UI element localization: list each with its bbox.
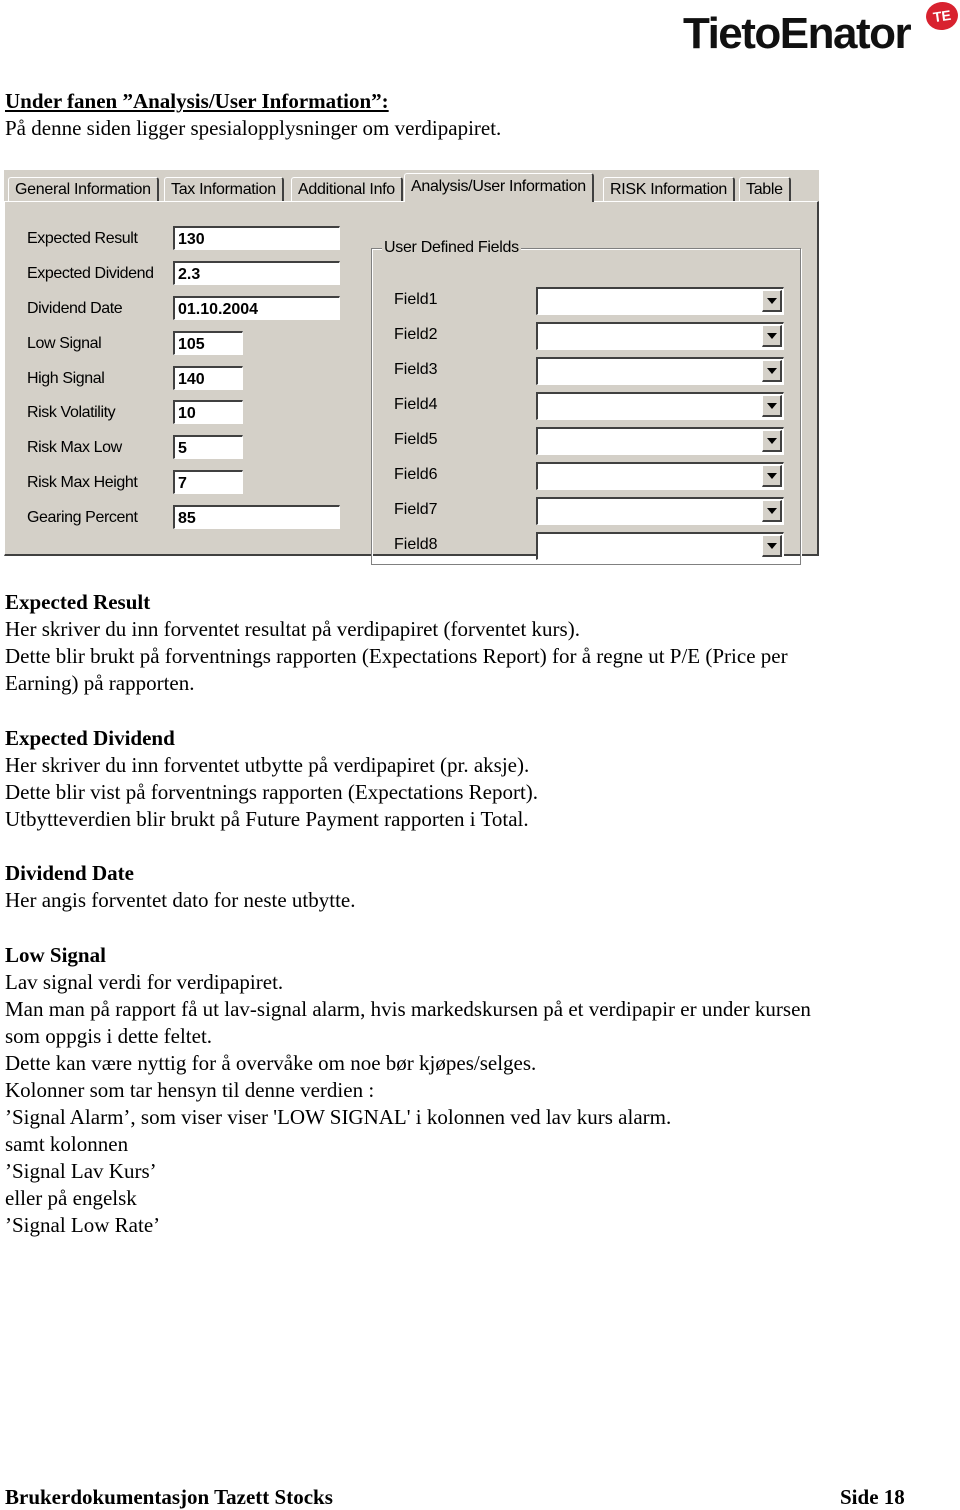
dropdown-button[interactable] [762, 430, 782, 452]
section-expected-dividend: Expected Dividend Her skriver du inn for… [5, 725, 538, 833]
chevron-down-icon [766, 332, 777, 339]
intro-heading: Under fanen ”Analysis/User Information”: [5, 89, 389, 113]
dropdown-button[interactable] [762, 290, 782, 312]
field2-combobox[interactable] [536, 322, 784, 350]
section-dividend-date: Dividend Date Her angis forventet dato f… [5, 860, 355, 914]
tab-risk-information[interactable]: RISK Information [603, 177, 736, 202]
section-line: Her skriver du inn forventet utbytte på … [5, 753, 530, 777]
dividend-date-label: Dividend Date [27, 300, 123, 317]
dropdown-button[interactable] [762, 535, 782, 557]
chevron-down-icon [766, 297, 777, 304]
risk-volatility-input[interactable]: 10 [173, 400, 243, 424]
risk-max-height-label: Risk Max Height [27, 474, 138, 491]
intro-text: På denne siden ligger spesialopplysninge… [5, 116, 502, 140]
field7-label: Field7 [394, 501, 438, 518]
section-low-signal: Low Signal Lav signal verdi for verdipap… [5, 942, 811, 1239]
dropdown-button[interactable] [762, 325, 782, 347]
chevron-down-icon [766, 402, 777, 409]
footer-page-number: Side 18 [840, 1485, 905, 1509]
logo-badge-icon: TE [924, 0, 960, 33]
section-line: Dette kan være nyttig for å overvåke om … [5, 1051, 537, 1075]
section-line: ’Signal Alarm’, som viser viser 'LOW SIG… [5, 1105, 672, 1129]
field1-combobox[interactable] [536, 287, 784, 315]
tab-panel: Expected Result 130 Expected Dividend 2.… [4, 201, 819, 565]
section-line: Dette blir vist på forventnings rapporte… [5, 780, 539, 804]
dropdown-button[interactable] [762, 360, 782, 382]
field8-combobox[interactable] [536, 532, 784, 560]
tab-analysis-user-information[interactable]: Analysis/User Information [404, 173, 594, 202]
section-line: Lav signal verdi for verdipapiret. [5, 970, 284, 994]
footer-document-title: Brukerdokumentasjon Tazett Stocks [5, 1485, 333, 1509]
section-line: som oppgis i dette feltet. [5, 1024, 213, 1048]
field5-label: Field5 [394, 431, 438, 448]
tab-table[interactable]: Table [739, 177, 791, 202]
risk-volatility-label: Risk Volatility [27, 404, 116, 421]
user-defined-fields-group: User Defined Fields Field1 Field2 Field3 [371, 239, 801, 565]
section-line: Utbytteverdien blir brukt på Future Paym… [5, 807, 529, 831]
section-heading: Expected Result [5, 590, 151, 614]
tab-general-information[interactable]: General Information [8, 177, 159, 202]
high-signal-input[interactable]: 140 [173, 366, 243, 390]
chevron-down-icon [766, 367, 777, 374]
risk-max-low-input[interactable]: 5 [173, 435, 243, 459]
low-signal-input[interactable]: 105 [173, 331, 243, 355]
expected-result-input[interactable]: 130 [173, 226, 340, 250]
low-signal-label: Low Signal [27, 335, 102, 352]
expected-dividend-input[interactable]: 2.3 [173, 261, 340, 285]
chevron-down-icon [766, 542, 777, 549]
section-line: Her angis forventet dato for neste utbyt… [5, 888, 356, 912]
gearing-percent-input[interactable]: 85 [173, 505, 340, 529]
field7-combobox[interactable] [536, 497, 784, 525]
chevron-down-icon [766, 472, 777, 479]
section-line: Earning) på rapporten. [5, 671, 195, 695]
chevron-down-icon [766, 507, 777, 514]
security-dialog: General Information Tax Information Addi… [4, 170, 819, 565]
tab-additional-info[interactable]: Additional Info [291, 177, 403, 202]
tab-tax-information[interactable]: Tax Information [164, 177, 284, 202]
section-line: Kolonner som tar hensyn til denne verdie… [5, 1078, 375, 1102]
risk-max-low-label: Risk Max Low [27, 439, 122, 456]
section-line: Man man på rapport få ut lav-signal alar… [5, 997, 811, 1021]
section-line: ’Signal Low Rate’ [5, 1213, 161, 1237]
dropdown-button[interactable] [762, 465, 782, 487]
field6-label: Field6 [394, 466, 438, 483]
gearing-percent-label: Gearing Percent [27, 509, 138, 526]
chevron-down-icon [766, 437, 777, 444]
section-expected-result: Expected Result Her skriver du inn forve… [5, 589, 788, 697]
field8-label: Field8 [394, 536, 438, 553]
section-line: Dette blir brukt på forventnings rapport… [5, 644, 788, 668]
expected-dividend-label: Expected Dividend [27, 265, 154, 282]
field3-label: Field3 [394, 361, 438, 378]
risk-max-height-input[interactable]: 7 [173, 470, 243, 494]
logo-text: TietoEnator [683, 9, 912, 58]
high-signal-label: High Signal [27, 370, 105, 387]
field6-combobox[interactable] [536, 462, 784, 490]
section-heading: Dividend Date [5, 861, 134, 885]
field1-label: Field1 [394, 291, 438, 308]
section-heading: Low Signal [5, 943, 106, 967]
field3-combobox[interactable] [536, 357, 784, 385]
dropdown-button[interactable] [762, 500, 782, 522]
field4-label: Field4 [394, 396, 438, 413]
field5-combobox[interactable] [536, 427, 784, 455]
section-line: ’Signal Lav Kurs’ [5, 1159, 157, 1183]
group-title: User Defined Fields [382, 239, 521, 257]
field2-label: Field2 [394, 326, 438, 343]
dropdown-button[interactable] [762, 395, 782, 417]
section-line: Her skriver du inn forventet resultat på… [5, 617, 580, 641]
section-line: samt kolonnen [5, 1132, 129, 1156]
section-heading: Expected Dividend [5, 726, 175, 750]
section-line: eller på engelsk [5, 1186, 137, 1210]
dividend-date-input[interactable]: 01.10.2004 [173, 296, 340, 320]
field4-combobox[interactable] [536, 392, 784, 420]
expected-result-label: Expected Result [27, 230, 138, 247]
